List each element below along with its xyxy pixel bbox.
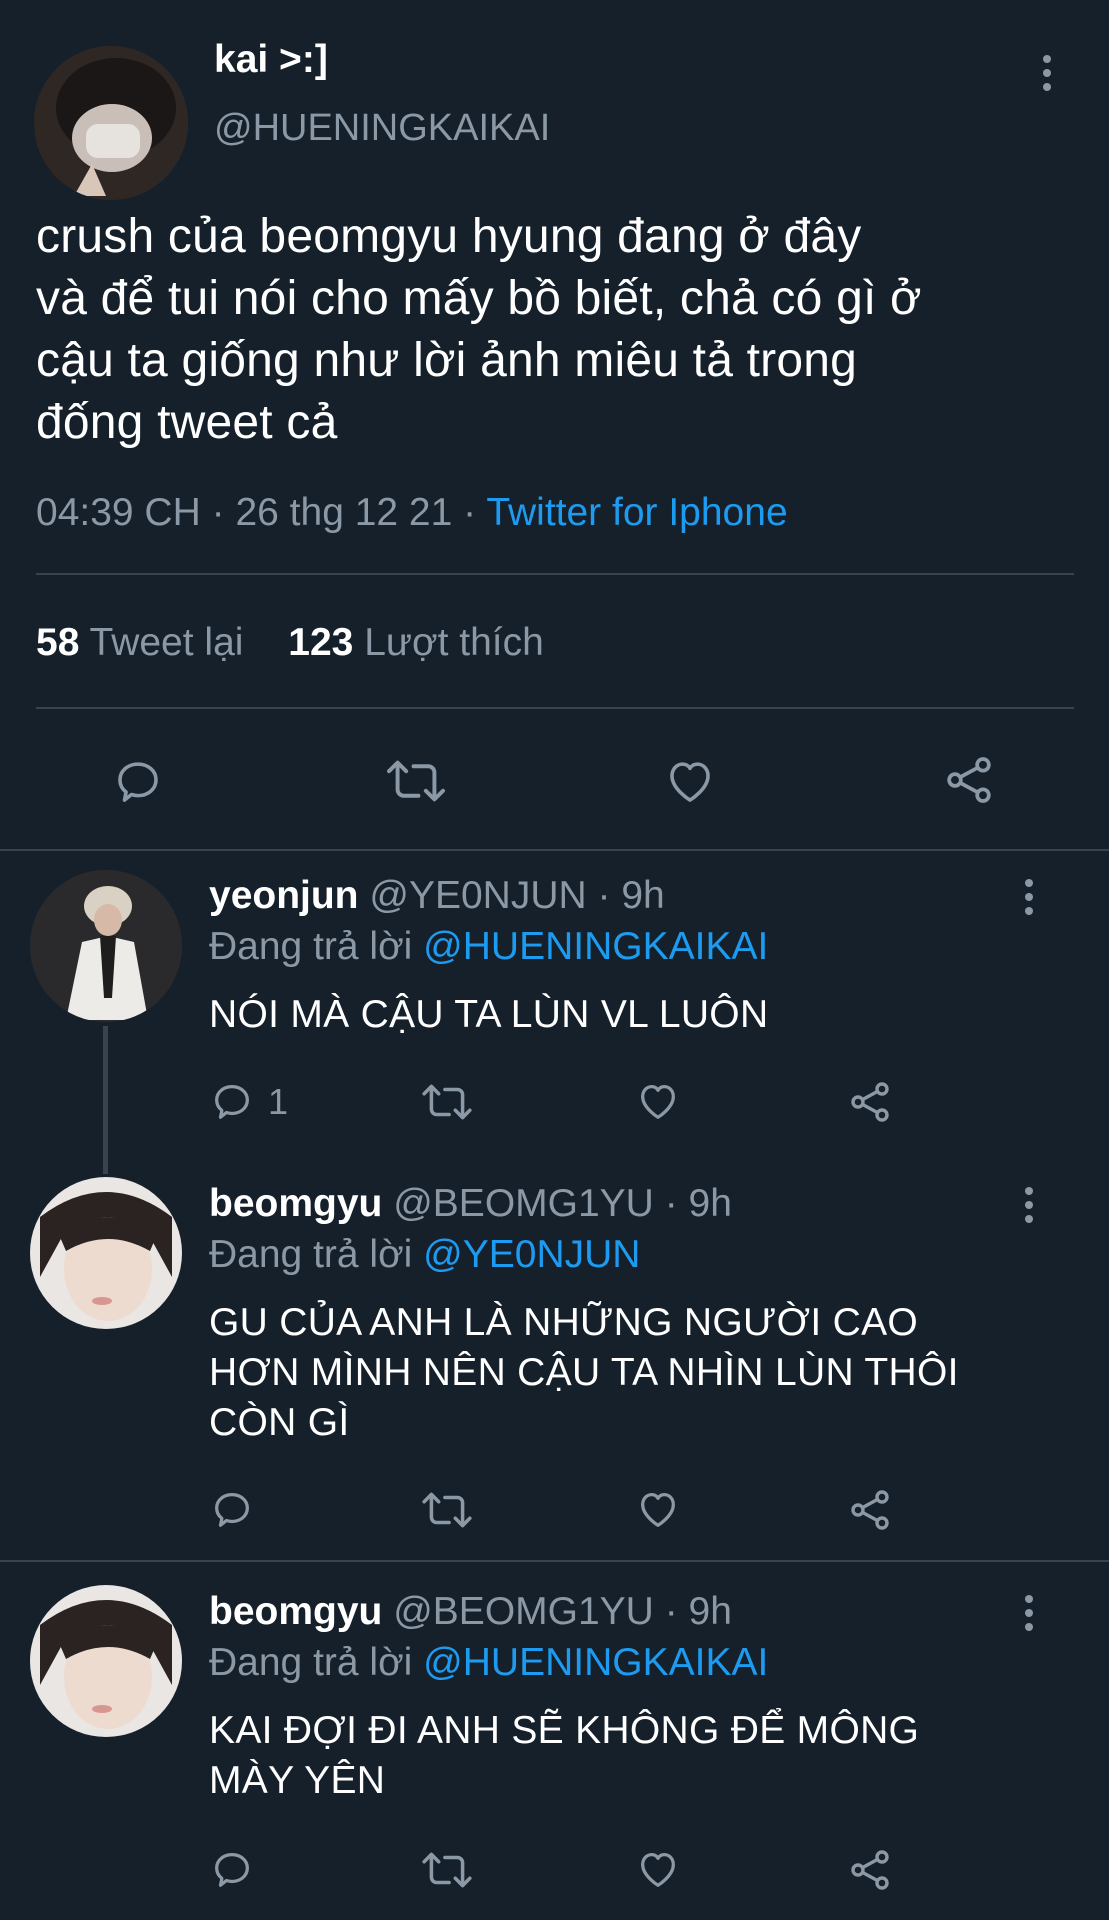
like-icon[interactable]: [634, 1846, 682, 1892]
like-count: 123: [288, 621, 354, 664]
avatar-beomgyu[interactable]: [30, 1585, 182, 1737]
retweet-icon[interactable]: [420, 1079, 474, 1125]
avatar-yeonjun[interactable]: [30, 870, 182, 1022]
tweet-date: 26 thg 12 21: [235, 491, 453, 534]
reply-header: beomgyu @BEOMG1YU · 9h: [209, 1587, 732, 1637]
retweet-icon[interactable]: [384, 754, 448, 808]
tweet-text-line: cậu ta giống như lời ảnh miêu tả trong: [36, 334, 858, 387]
author-display-name[interactable]: kai >:]: [214, 36, 328, 84]
reply-time: · 9h: [664, 1590, 732, 1633]
avatar-kai[interactable]: [34, 46, 188, 200]
author-handle[interactable]: @HUENINGKAIKAI: [214, 104, 550, 152]
share-icon[interactable]: [846, 1846, 894, 1894]
replying-to-link[interactable]: @HUENINGKAIKAI: [423, 925, 768, 968]
reply-text-line: MÀY YÊN: [209, 1759, 386, 1802]
replying-label: Đang trả lời: [209, 1233, 413, 1276]
tweet-source-link[interactable]: Twitter for Iphone: [486, 491, 787, 534]
divider: [0, 849, 1109, 851]
retweet-count: 58: [36, 621, 80, 664]
replying-to: Đang trả lời @HUENINGKAIKAI: [209, 1638, 768, 1688]
more-vertical-icon[interactable]: [1024, 879, 1034, 915]
reply-icon[interactable]: [209, 1078, 255, 1124]
replying-to: Đang trả lời @YE0NJUN: [209, 1230, 640, 1280]
tweet-text: crush của beomgyu hyung đang ở đây và để…: [36, 206, 1086, 454]
reply-display-name[interactable]: beomgyu: [209, 1182, 382, 1225]
meta-separator: ·: [211, 491, 225, 534]
replying-to: Đang trả lời @HUENINGKAIKAI: [209, 922, 768, 972]
reply-text-line: HƠN MÌNH NÊN CẬU TA NHÌN LÙN THÔI: [209, 1351, 959, 1394]
tweet-text-line: crush của beomgyu hyung đang ở đây: [36, 210, 862, 263]
like-icon[interactable]: [662, 754, 718, 808]
retweet-icon[interactable]: [420, 1847, 474, 1893]
like-icon[interactable]: [634, 1078, 682, 1124]
reply-text: GU CỦA ANH LÀ NHỮNG NGƯỜI CAO HƠN MÌNH N…: [209, 1298, 959, 1448]
tweet-time: 04:39 CH: [36, 491, 201, 534]
tweet-text-line: đống tweet cả: [36, 396, 338, 449]
reply-time: · 9h: [597, 874, 665, 917]
divider: [36, 707, 1074, 709]
reply-icon[interactable]: [209, 1846, 255, 1892]
meta-separator: ·: [463, 491, 477, 534]
reply-display-name[interactable]: beomgyu: [209, 1590, 382, 1633]
reply-icon[interactable]: [209, 1486, 255, 1532]
replying-label: Đang trả lời: [209, 1641, 413, 1684]
like-icon[interactable]: [634, 1486, 682, 1532]
more-vertical-icon[interactable]: [1024, 1595, 1034, 1631]
thread-line: [103, 1026, 108, 1174]
like-label: Lượt thích: [364, 621, 544, 664]
tweet-text-line: và để tui nói cho mấy bồ biết, chả có gì…: [36, 272, 922, 325]
reply-text: KAI ĐỢI ĐI ANH SẼ KHÔNG ĐỂ MÔNG MÀY YÊN: [209, 1706, 919, 1806]
tweet-meta: 04:39 CH · 26 thg 12 21 · Twitter for Ip…: [36, 488, 788, 538]
replying-to-link[interactable]: @YE0NJUN: [423, 1233, 640, 1276]
reply-count: 1: [268, 1081, 289, 1122]
more-vertical-icon[interactable]: [1024, 1187, 1034, 1223]
reply-text-line: KAI ĐỢI ĐI ANH SẼ KHÔNG ĐỂ MÔNG: [209, 1709, 920, 1752]
reply-text-line: CÒN GÌ: [209, 1401, 350, 1444]
retweet-icon[interactable]: [420, 1487, 474, 1533]
like-stat[interactable]: 123 Lượt thích: [288, 621, 544, 664]
divider: [36, 573, 1074, 575]
retweet-label: Tweet lại: [89, 621, 244, 664]
reply-text-line: GU CỦA ANH LÀ NHỮNG NGƯỜI CAO: [209, 1301, 919, 1344]
reply-handle[interactable]: @BEOMG1YU: [393, 1182, 654, 1225]
share-icon[interactable]: [941, 752, 997, 808]
reply-header: beomgyu @BEOMG1YU · 9h: [209, 1179, 732, 1229]
replying-label: Đang trả lời: [209, 925, 413, 968]
reply-handle[interactable]: @BEOMG1YU: [393, 1590, 654, 1633]
reply-text: NÓI MÀ CẬU TA LÙN VL LUÔN: [209, 990, 768, 1040]
avatar-beomgyu[interactable]: [30, 1177, 182, 1329]
tweet-stats: 58 Tweet lại 123 Lượt thích: [36, 618, 544, 668]
reply-header: yeonjun @YE0NJUN · 9h: [209, 871, 665, 921]
reply-icon[interactable]: [111, 754, 165, 808]
more-vertical-icon[interactable]: [1042, 55, 1052, 91]
reply-text-line: NÓI MÀ CẬU TA LÙN VL LUÔN: [209, 993, 769, 1036]
retweet-stat[interactable]: 58 Tweet lại: [36, 621, 254, 664]
reply-time: · 9h: [664, 1182, 732, 1225]
divider: [0, 1560, 1109, 1562]
share-icon[interactable]: [846, 1486, 894, 1534]
reply-display-name[interactable]: yeonjun: [209, 874, 359, 917]
replying-to-link[interactable]: @HUENINGKAIKAI: [423, 1641, 768, 1684]
reply-handle[interactable]: @YE0NJUN: [369, 874, 586, 917]
share-icon[interactable]: [846, 1078, 894, 1126]
